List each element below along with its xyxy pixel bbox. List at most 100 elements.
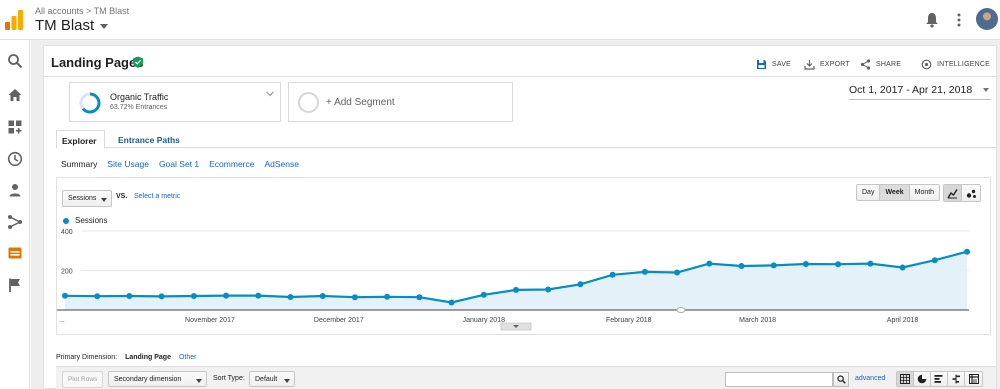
notifications-bell-icon[interactable]	[925, 12, 939, 28]
add-segment-button[interactable]: + Add Segment	[288, 82, 513, 122]
sort-type-value: Default	[255, 376, 278, 383]
sessions-data-point	[835, 261, 842, 268]
y-tick-label: 400	[61, 229, 73, 236]
primary-dimension-label: Primary Dimension:	[56, 354, 118, 361]
plot-rows-button[interactable]: Plot Rows	[62, 371, 104, 388]
left-nav	[0, 40, 30, 389]
export-button[interactable]: EXPORT	[804, 57, 850, 71]
sessions-data-point	[351, 294, 358, 301]
sessions-data-point	[738, 263, 745, 269]
table-search-input[interactable]	[725, 372, 833, 387]
line-chart-icon[interactable]	[944, 185, 962, 201]
x-start-label: ...	[59, 317, 65, 324]
month-button[interactable]: Month	[909, 185, 940, 200]
more-options-icon[interactable]	[955, 12, 963, 28]
search-icon	[836, 375, 846, 384]
sessions-data-point	[674, 269, 681, 276]
sessions-data-point	[641, 268, 648, 275]
day-button[interactable]: Day	[857, 185, 881, 200]
save-button[interactable]: SAVE	[756, 57, 791, 71]
date-range-value: Oct 1, 2017 - Apr 21, 2018	[849, 84, 973, 96]
primary-dimension-other[interactable]: Other	[179, 354, 197, 361]
chevron-down-icon[interactable]	[266, 91, 274, 97]
page-title: Landing Pages	[51, 55, 144, 70]
sort-type-select[interactable]: Default	[249, 371, 295, 387]
share-button[interactable]: SHARE	[860, 57, 901, 71]
advanced-filter-link[interactable]: advanced	[855, 375, 885, 382]
audience-person-icon[interactable]	[7, 182, 23, 198]
avatar[interactable]	[976, 8, 998, 30]
realtime-clock-icon[interactable]	[7, 151, 23, 167]
customization-icon[interactable]	[7, 119, 23, 135]
export-icon	[804, 59, 815, 70]
sessions-data-point	[94, 293, 101, 300]
performance-bars-icon[interactable]	[931, 372, 948, 386]
pivot-table-icon[interactable]	[965, 372, 982, 386]
add-segment-label: + Add Segment	[326, 97, 395, 108]
top-header: All accounts > TM Blast TM Blast	[0, 0, 1000, 40]
x-month-label: November 2017	[185, 317, 235, 324]
chart-legend: Sessions	[63, 216, 107, 225]
tab-explorer[interactable]: Explorer	[56, 130, 105, 149]
sessions-data-point	[899, 264, 906, 271]
subnav-goal-set-1[interactable]: Goal Set 1	[159, 159, 199, 169]
sessions-data-point	[255, 292, 262, 299]
x-month-label: April 2018	[887, 317, 919, 324]
sessions-data-point	[448, 299, 455, 306]
conversions-flag-icon[interactable]	[7, 277, 23, 293]
select-a-metric-link[interactable]: Select a metric	[134, 193, 180, 200]
annotation-marker	[676, 307, 686, 313]
share-label: SHARE	[876, 60, 902, 68]
comparison-icon[interactable]	[948, 372, 965, 386]
subnav-summary[interactable]: Summary	[61, 159, 97, 169]
sessions-data-point	[706, 260, 713, 267]
subnav-ecommerce[interactable]: Ecommerce	[209, 159, 254, 169]
chevron-down-icon	[284, 379, 290, 383]
sessions-data-point	[609, 271, 616, 278]
sessions-data-point	[545, 286, 552, 293]
sessions-data-point	[964, 248, 970, 255]
report-card: Landing Pages SAVE EXPORT SHARE INTELLIG…	[43, 45, 997, 389]
behavior-icon[interactable]	[7, 245, 23, 261]
intelligence-button[interactable]: INTELLIGENCE	[921, 57, 990, 71]
metric-select[interactable]: Sessions	[62, 190, 112, 207]
acquisition-icon[interactable]	[7, 214, 23, 230]
date-range-picker[interactable]: Oct 1, 2017 - Apr 21, 2018	[849, 82, 991, 100]
sessions-line-chart[interactable]: 400 200... November 2017 December 2017 Janua…	[57, 228, 992, 335]
vs-label: VS.	[116, 193, 128, 200]
sessions-data-point	[126, 293, 133, 299]
x-month-label: February 2018	[606, 317, 652, 324]
legend-sessions-label: Sessions	[75, 216, 108, 225]
primary-dimension-landing-page[interactable]: Landing Page	[125, 354, 171, 361]
x-month-label: March 2018	[739, 317, 776, 324]
motion-chart-icon[interactable]	[962, 185, 980, 201]
secondary-dimension-select[interactable]: Secondary dimension	[108, 371, 207, 387]
analytics-logo-icon[interactable]	[5, 10, 23, 30]
chevron-down-icon[interactable]	[100, 23, 109, 29]
account-title[interactable]: TM Blast	[35, 17, 94, 34]
tab-entrance-paths[interactable]: Entrance Paths	[113, 130, 185, 149]
account-selector[interactable]: TM Blast	[35, 17, 109, 34]
sessions-data-point	[416, 294, 423, 301]
table-search-button[interactable]	[833, 372, 849, 387]
sessions-data-point	[867, 260, 874, 267]
y-tick-label: 200	[61, 269, 73, 276]
breadcrumb[interactable]: All accounts > TM Blast	[35, 6, 129, 16]
legend-sessions-swatch	[63, 217, 69, 224]
week-button[interactable]: Week	[880, 185, 910, 200]
data-table-icon[interactable]	[897, 372, 914, 386]
segment-ring-icon	[79, 92, 101, 114]
home-icon[interactable]	[7, 87, 23, 103]
x-month-label: January 2018	[463, 317, 506, 324]
pie-chart-icon[interactable]	[914, 372, 931, 386]
chevron-down-icon[interactable]	[983, 88, 989, 92]
subnav-adsense[interactable]: AdSense	[264, 159, 299, 169]
sort-type-label: Sort Type:	[213, 375, 245, 382]
share-icon	[860, 58, 871, 70]
divider	[44, 76, 996, 77]
main-area: Landing Pages SAVE EXPORT SHARE INTELLIG…	[31, 40, 1000, 389]
subnav-site-usage[interactable]: Site Usage	[107, 159, 149, 169]
segment-organic-traffic[interactable]: Organic Traffic 63.72% Entrances	[69, 82, 281, 122]
save-label: SAVE	[772, 60, 791, 68]
search-icon[interactable]	[7, 53, 23, 69]
